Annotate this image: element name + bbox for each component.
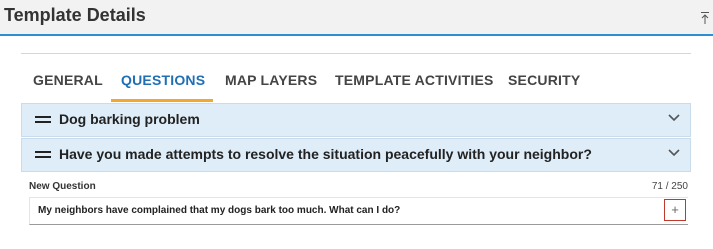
tab-bar: GENERAL QUESTIONS MAP LAYERS TEMPLATE AC… — [21, 54, 691, 102]
tab-general[interactable]: GENERAL — [33, 72, 103, 88]
question-label: Have you made attempts to resolve the si… — [59, 146, 592, 162]
chevron-down-icon[interactable] — [668, 149, 680, 157]
question-row[interactable]: Have you made attempts to resolve the si… — [21, 138, 691, 172]
add-question-button[interactable]: + — [664, 199, 686, 221]
new-question-value: My neighbors have complained that my dog… — [38, 205, 401, 216]
new-question-label: New Question — [29, 181, 96, 192]
tab-template-activities[interactable]: TEMPLATE ACTIVITIES — [335, 72, 494, 88]
drag-handle-icon[interactable] — [35, 116, 51, 124]
tab-map-layers[interactable]: MAP LAYERS — [225, 72, 317, 88]
drag-handle-icon[interactable] — [35, 151, 51, 159]
plus-icon: + — [671, 202, 679, 217]
question-label: Dog barking problem — [59, 111, 200, 127]
tab-security[interactable]: SECURITY — [508, 72, 580, 88]
question-row[interactable]: Dog barking problem — [21, 103, 691, 137]
page-title: Template Details — [4, 5, 146, 25]
tab-questions[interactable]: QUESTIONS — [121, 72, 205, 88]
page-header: Template Details — [0, 0, 713, 36]
character-counter: 71 / 250 — [651, 181, 688, 192]
active-tab-indicator — [111, 99, 213, 102]
new-question-input[interactable]: My neighbors have complained that my dog… — [29, 197, 688, 225]
chevron-down-icon[interactable] — [668, 114, 680, 122]
pin-to-top-icon[interactable] — [700, 11, 710, 25]
